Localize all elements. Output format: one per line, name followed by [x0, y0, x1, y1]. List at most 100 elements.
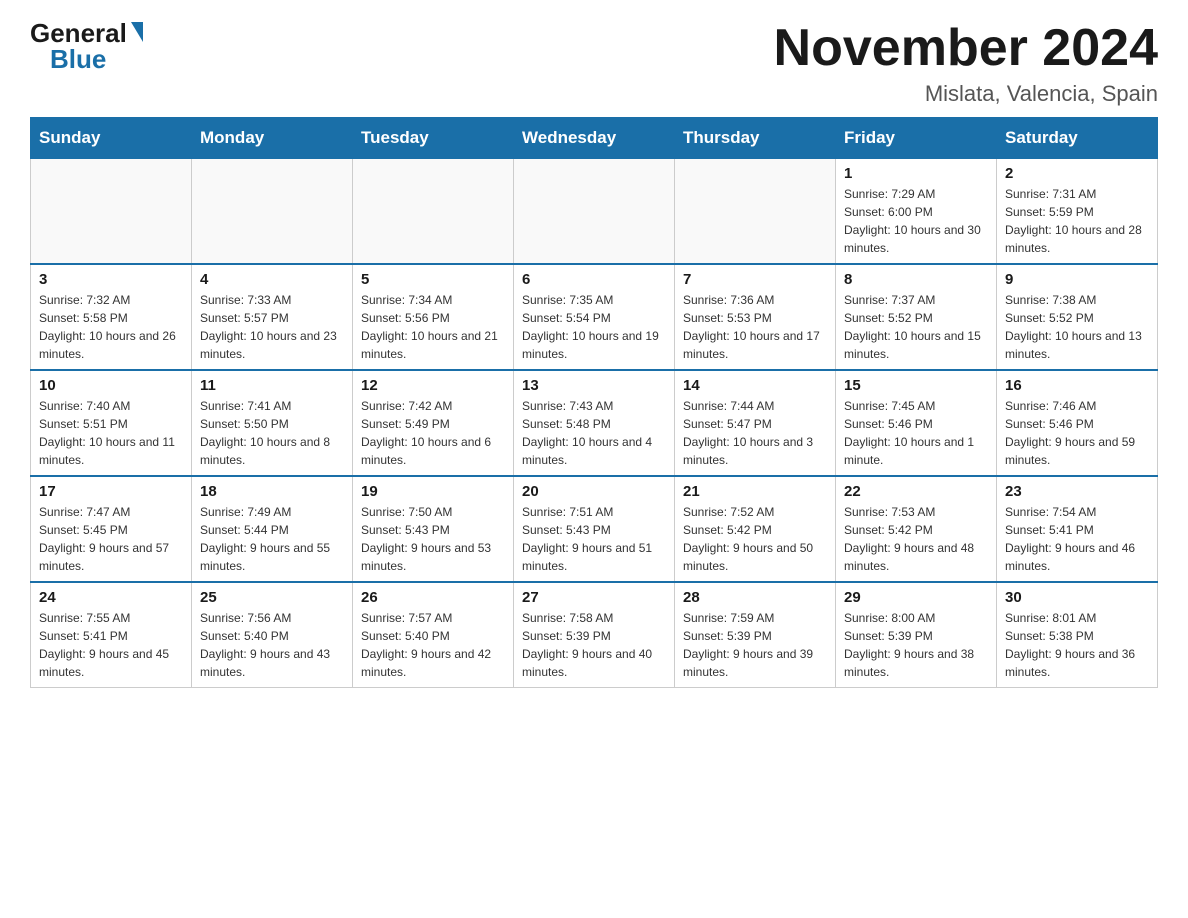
day-number: 12 [361, 377, 505, 394]
day-number: 3 [39, 271, 183, 288]
day-number: 23 [1005, 483, 1149, 500]
day-number: 7 [683, 271, 827, 288]
day-info: Sunrise: 7:41 AMSunset: 5:50 PMDaylight:… [200, 397, 344, 469]
day-number: 15 [844, 377, 988, 394]
logo-triangle-icon [131, 22, 143, 42]
day-number: 25 [200, 589, 344, 606]
calendar-cell: 16 Sunrise: 7:46 AMSunset: 5:46 PMDayligh… [997, 370, 1158, 476]
day-info: Sunrise: 7:36 AMSunset: 5:53 PMDaylight:… [683, 291, 827, 363]
day-info: Sunrise: 7:46 AMSunset: 5:46 PMDaylight:… [1005, 397, 1149, 469]
day-info: Sunrise: 7:33 AMSunset: 5:57 PMDaylight:… [200, 291, 344, 363]
day-info: Sunrise: 7:29 AMSunset: 6:00 PMDaylight:… [844, 185, 988, 257]
title-section: November 2024 Mislata, Valencia, Spain [774, 20, 1158, 107]
calendar-cell: 26Sunrise: 7:57 AMSunset: 5:40 PMDayligh… [353, 582, 514, 688]
day-info: Sunrise: 7:35 AMSunset: 5:54 PMDaylight:… [522, 291, 666, 363]
day-info: Sunrise: 7:50 AMSunset: 5:43 PMDaylight:… [361, 503, 505, 575]
calendar-cell [31, 159, 192, 265]
calendar-cell: 10 Sunrise: 7:40 AMSunset: 5:51 PMDayligh… [31, 370, 192, 476]
week-row-2: 3 Sunrise: 7:32 AMSunset: 5:58 PMDaylight… [31, 264, 1158, 370]
day-number: 30 [1005, 589, 1149, 606]
day-info: Sunrise: 7:51 AMSunset: 5:43 PMDaylight:… [522, 503, 666, 575]
day-number: 20 [522, 483, 666, 500]
calendar-cell: 30 Sunrise: 8:01 AMSunset: 5:38 PMDayligh… [997, 582, 1158, 688]
day-header-saturday: Saturday [997, 118, 1158, 159]
calendar-cell: 19 Sunrise: 7:50 AMSunset: 5:43 PMDayligh… [353, 476, 514, 582]
logo-general-text: General [30, 20, 127, 46]
calendar-title: November 2024 [774, 20, 1158, 77]
day-info: Sunrise: 7:55 AMSunset: 5:41 PMDaylight:… [39, 609, 183, 681]
day-number: 4 [200, 271, 344, 288]
day-info: Sunrise: 7:32 AMSunset: 5:58 PMDaylight:… [39, 291, 183, 363]
day-info: Sunrise: 7:45 AMSunset: 5:46 PMDaylight:… [844, 397, 988, 469]
calendar-table: SundayMondayTuesdayWednesdayThursdayFrid… [30, 117, 1158, 688]
day-info: Sunrise: 7:40 AMSunset: 5:51 PMDaylight:… [39, 397, 183, 469]
calendar-cell: 29 Sunrise: 8:00 AMSunset: 5:39 PMDayligh… [836, 582, 997, 688]
calendar-cell: 2 Sunrise: 7:31 AMSunset: 5:59 PMDaylight… [997, 159, 1158, 265]
day-number: 27 [522, 589, 666, 606]
day-info: Sunrise: 7:54 AMSunset: 5:41 PMDaylight:… [1005, 503, 1149, 575]
day-info: Sunrise: 7:59 AMSunset: 5:39 PMDaylight:… [683, 609, 827, 681]
page-header: General Blue November 2024 Mislata, Vale… [30, 20, 1158, 107]
calendar-cell: 12 Sunrise: 7:42 AMSunset: 5:49 PMDayligh… [353, 370, 514, 476]
calendar-cell: 3 Sunrise: 7:32 AMSunset: 5:58 PMDaylight… [31, 264, 192, 370]
logo: General Blue [30, 20, 143, 72]
calendar-cell [675, 159, 836, 265]
day-info: Sunrise: 7:57 AMSunset: 5:40 PMDaylight:… [361, 609, 505, 681]
calendar-cell: 25 Sunrise: 7:56 AMSunset: 5:40 PMDayligh… [192, 582, 353, 688]
day-info: Sunrise: 8:00 AMSunset: 5:39 PMDaylight:… [844, 609, 988, 681]
day-info: Sunrise: 7:38 AMSunset: 5:52 PMDaylight:… [1005, 291, 1149, 363]
calendar-cell: 21Sunrise: 7:52 AMSunset: 5:42 PMDayligh… [675, 476, 836, 582]
week-row-5: 24 Sunrise: 7:55 AMSunset: 5:41 PMDayligh… [31, 582, 1158, 688]
day-number: 22 [844, 483, 988, 500]
day-header-sunday: Sunday [31, 118, 192, 159]
calendar-cell: 17Sunrise: 7:47 AMSunset: 5:45 PMDayligh… [31, 476, 192, 582]
day-number: 13 [522, 377, 666, 394]
day-number: 21 [683, 483, 827, 500]
day-info: Sunrise: 7:43 AMSunset: 5:48 PMDaylight:… [522, 397, 666, 469]
day-info: Sunrise: 7:56 AMSunset: 5:40 PMDaylight:… [200, 609, 344, 681]
calendar-cell: 15 Sunrise: 7:45 AMSunset: 5:46 PMDayligh… [836, 370, 997, 476]
day-number: 10 [39, 377, 183, 394]
calendar-cell: 27 Sunrise: 7:58 AMSunset: 5:39 PMDayligh… [514, 582, 675, 688]
calendar-cell [192, 159, 353, 265]
calendar-cell: 20 Sunrise: 7:51 AMSunset: 5:43 PMDayligh… [514, 476, 675, 582]
day-number: 29 [844, 589, 988, 606]
day-info: Sunrise: 7:31 AMSunset: 5:59 PMDaylight:… [1005, 185, 1149, 257]
day-info: Sunrise: 7:47 AMSunset: 5:45 PMDaylight:… [39, 503, 183, 575]
day-number: 14 [683, 377, 827, 394]
calendar-cell: 22 Sunrise: 7:53 AMSunset: 5:42 PMDayligh… [836, 476, 997, 582]
calendar-cell: 4 Sunrise: 7:33 AMSunset: 5:57 PMDaylight… [192, 264, 353, 370]
day-number: 24 [39, 589, 183, 606]
day-number: 9 [1005, 271, 1149, 288]
day-number: 16 [1005, 377, 1149, 394]
day-info: Sunrise: 7:44 AMSunset: 5:47 PMDaylight:… [683, 397, 827, 469]
calendar-subtitle: Mislata, Valencia, Spain [774, 81, 1158, 107]
day-info: Sunrise: 7:53 AMSunset: 5:42 PMDaylight:… [844, 503, 988, 575]
calendar-cell: 28Sunrise: 7:59 AMSunset: 5:39 PMDayligh… [675, 582, 836, 688]
day-headers-row: SundayMondayTuesdayWednesdayThursdayFrid… [31, 118, 1158, 159]
day-number: 11 [200, 377, 344, 394]
day-number: 6 [522, 271, 666, 288]
day-number: 19 [361, 483, 505, 500]
week-row-3: 10 Sunrise: 7:40 AMSunset: 5:51 PMDayligh… [31, 370, 1158, 476]
calendar-cell: 18 Sunrise: 7:49 AMSunset: 5:44 PMDayligh… [192, 476, 353, 582]
day-info: Sunrise: 7:49 AMSunset: 5:44 PMDaylight:… [200, 503, 344, 575]
day-info: Sunrise: 8:01 AMSunset: 5:38 PMDaylight:… [1005, 609, 1149, 681]
day-info: Sunrise: 7:42 AMSunset: 5:49 PMDaylight:… [361, 397, 505, 469]
day-info: Sunrise: 7:34 AMSunset: 5:56 PMDaylight:… [361, 291, 505, 363]
day-header-wednesday: Wednesday [514, 118, 675, 159]
day-info: Sunrise: 7:58 AMSunset: 5:39 PMDaylight:… [522, 609, 666, 681]
day-number: 18 [200, 483, 344, 500]
calendar-cell: 6 Sunrise: 7:35 AMSunset: 5:54 PMDaylight… [514, 264, 675, 370]
calendar-cell: 7 Sunrise: 7:36 AMSunset: 5:53 PMDaylight… [675, 264, 836, 370]
calendar-cell: 9 Sunrise: 7:38 AMSunset: 5:52 PMDaylight… [997, 264, 1158, 370]
day-number: 8 [844, 271, 988, 288]
calendar-cell: 24 Sunrise: 7:55 AMSunset: 5:41 PMDayligh… [31, 582, 192, 688]
day-header-tuesday: Tuesday [353, 118, 514, 159]
day-number: 5 [361, 271, 505, 288]
calendar-cell: 5 Sunrise: 7:34 AMSunset: 5:56 PMDaylight… [353, 264, 514, 370]
day-number: 2 [1005, 165, 1149, 182]
day-number: 1 [844, 165, 988, 182]
calendar-cell: 1 Sunrise: 7:29 AMSunset: 6:00 PMDaylight… [836, 159, 997, 265]
calendar-cell [514, 159, 675, 265]
